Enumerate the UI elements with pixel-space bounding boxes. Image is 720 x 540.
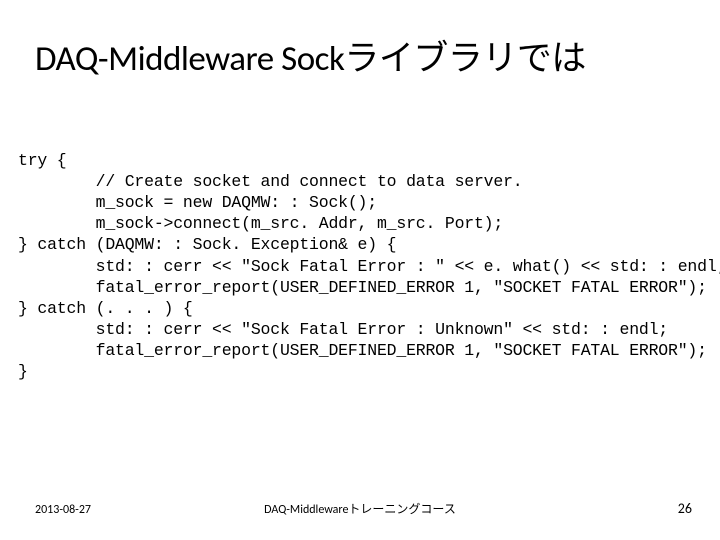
slide: DAQ-Middleware Sockライブラリでは try { // Crea… xyxy=(0,0,720,540)
footer-page-number: 26 xyxy=(678,500,692,517)
code-block: try { // Create socket and connect to da… xyxy=(18,150,720,382)
slide-title: DAQ-Middleware Sockライブラリでは xyxy=(35,30,710,81)
footer-center: DAQ-Middlewareトレーニングコース xyxy=(0,500,720,517)
